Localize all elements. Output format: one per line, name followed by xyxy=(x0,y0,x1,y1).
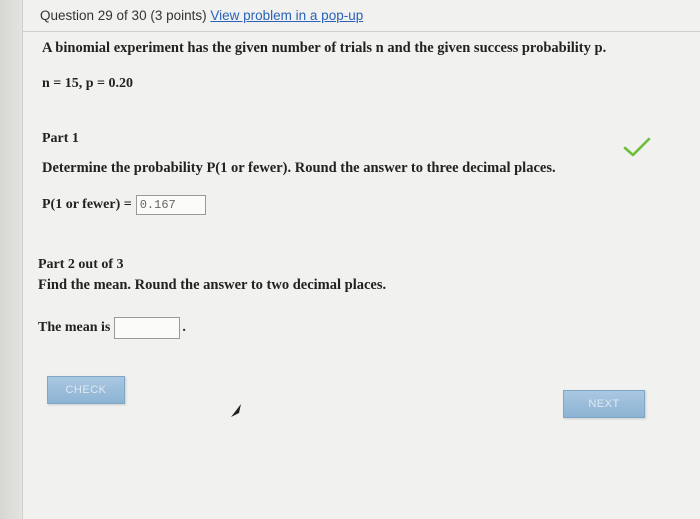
problem-givens: n = 15, p = 0.20 xyxy=(42,76,134,91)
checkmark-icon xyxy=(623,137,651,157)
part1-answer-row: P(1 or fewer) = 0.167 xyxy=(42,195,206,215)
mean-answer-input[interactable] xyxy=(114,317,181,339)
next-button[interactable]: NEXT xyxy=(563,390,645,418)
part1-prompt: Determine the probability P(1 or fewer).… xyxy=(42,160,556,176)
problem-statement: A binomial experiment has the given numb… xyxy=(42,40,607,56)
answer-period: . xyxy=(182,320,186,335)
part1-answer-input[interactable]: 0.167 xyxy=(135,195,206,215)
check-button[interactable]: CHECK xyxy=(47,376,125,404)
mouse-cursor-icon xyxy=(231,404,241,417)
part2-answer-row: The mean is . xyxy=(38,317,186,339)
part1-title: Part 1 xyxy=(42,131,79,146)
header-divider xyxy=(22,31,700,32)
part2-prompt: Find the mean. Round the answer to two d… xyxy=(38,277,387,293)
page-background: Question 29 of 30 (3 points) View proble… xyxy=(0,0,700,519)
part2-answer-label: The mean is xyxy=(38,320,111,335)
part2-title: Part 2 out of 3 xyxy=(38,257,124,272)
question-counter: Question 29 of 30 (3 points) xyxy=(40,8,207,23)
question-header: Question 29 of 30 (3 points) View proble… xyxy=(40,8,363,23)
popup-link[interactable]: View problem in a pop-up xyxy=(210,8,363,23)
sidebar-edge xyxy=(0,0,22,519)
part1-answer-label: P(1 or fewer) = xyxy=(42,197,132,212)
